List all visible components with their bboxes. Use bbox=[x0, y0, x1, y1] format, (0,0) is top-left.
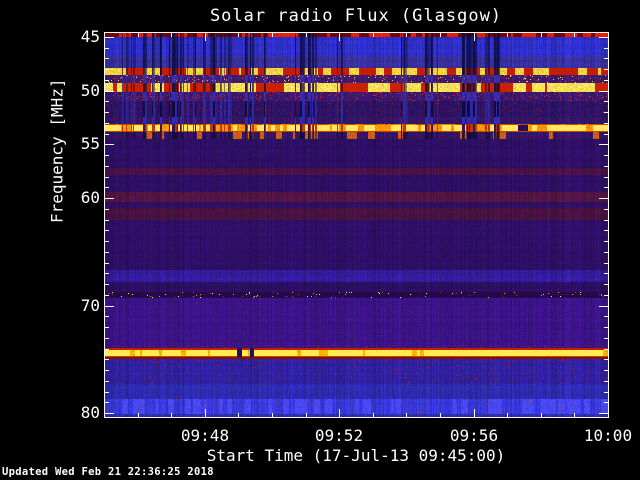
y-tick-label: 80 bbox=[80, 403, 100, 422]
chart-title: Solar radio Flux (Glasgow) bbox=[209, 6, 503, 26]
update-timestamp: Updated Wed Feb 21 22:36:25 2018 bbox=[2, 466, 214, 478]
x-tick-label: 09:48 bbox=[180, 426, 230, 445]
x-tick-label: 09:52 bbox=[314, 426, 364, 445]
x-axis-title: Start Time (17-Jul-13 09:45:00) bbox=[206, 446, 506, 465]
y-tick-label: 70 bbox=[80, 296, 100, 315]
x-tick-label: 10:00 bbox=[583, 426, 633, 445]
y-tick-label: 45 bbox=[80, 27, 100, 46]
spectrogram-canvas bbox=[105, 33, 608, 417]
x-tick-label: 09:56 bbox=[449, 426, 499, 445]
spectrogram-window: Solar radio Flux (Glasgow) 45 50 55 60 70 80 … bbox=[0, 0, 640, 480]
